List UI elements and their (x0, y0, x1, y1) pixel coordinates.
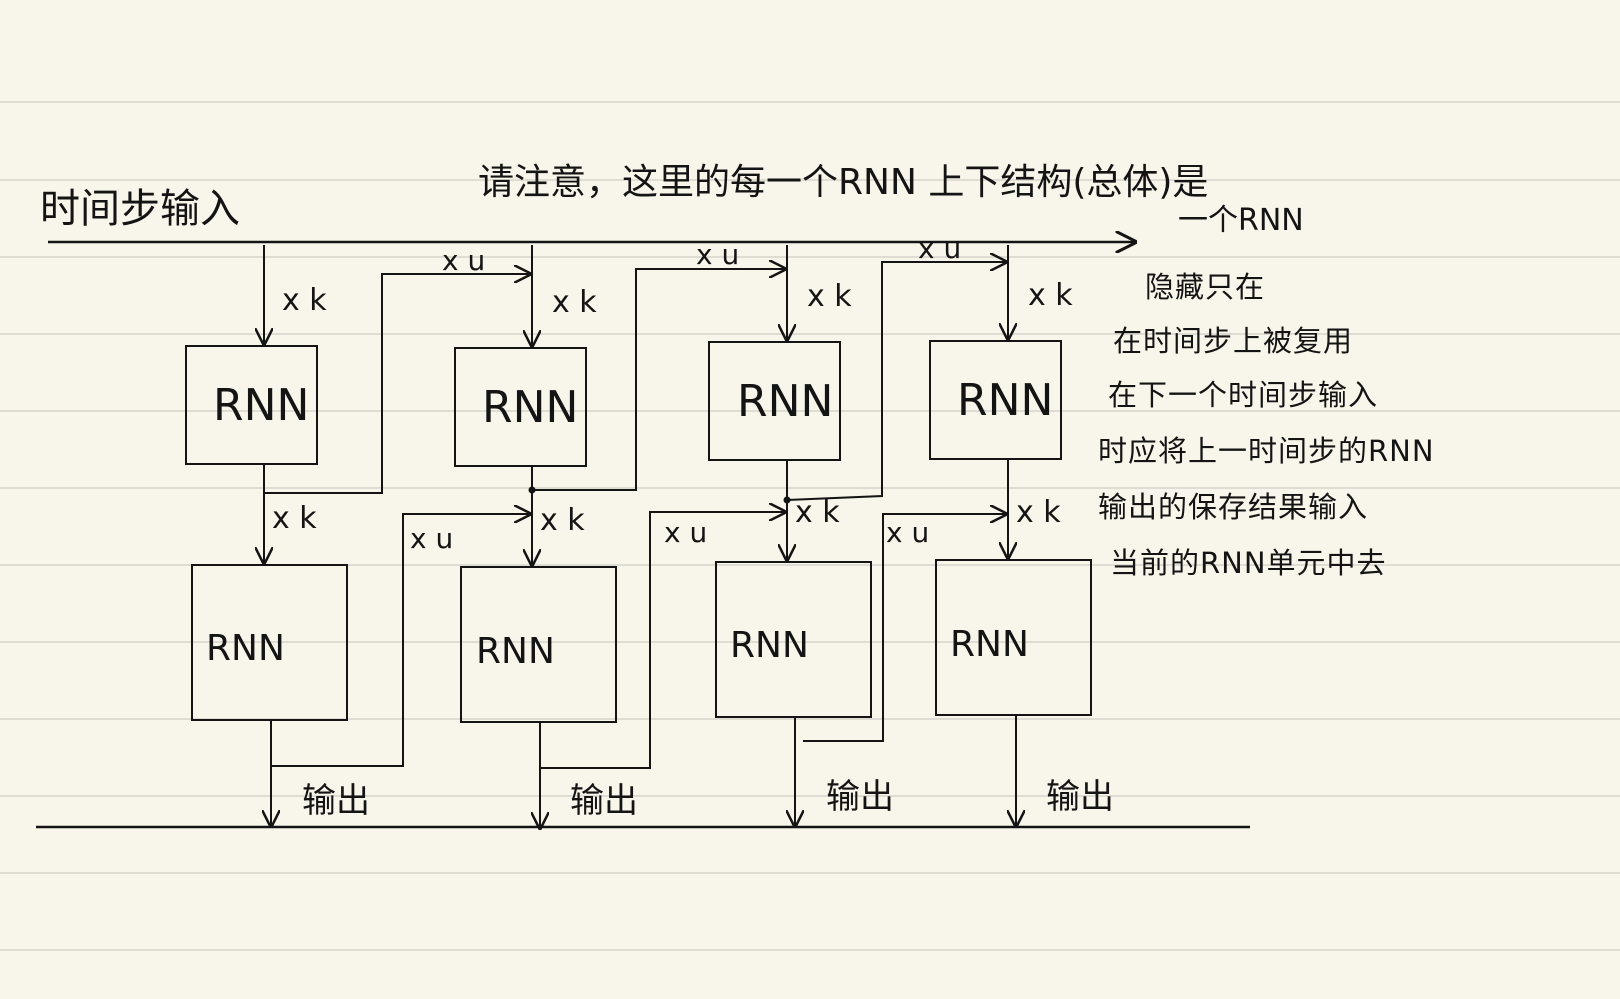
weight-k-label: x k (807, 279, 852, 314)
output-label: 输出 (826, 777, 894, 817)
time-step-input-title: 时间步输入 (40, 186, 240, 232)
note-title: 请注意，这里的每一个RNN 上下结构(总体)是 (478, 162, 1208, 203)
junction-dot (783, 496, 791, 504)
weight-u-label: x u (410, 522, 453, 555)
output-label: 输出 (1046, 777, 1114, 817)
weight-k-label: x k (272, 501, 317, 536)
weight-k-label: x k (1028, 278, 1073, 313)
side-note-line-4: 时应将上一时间步的RNN (1098, 434, 1435, 468)
rnn-label: RNN (737, 376, 833, 427)
rnn-label: RNN (476, 631, 555, 672)
weight-u-label: x u (886, 516, 929, 549)
rnn-label: RNN (213, 380, 309, 431)
side-note-line-6: 当前的RNN单元中去 (1110, 546, 1387, 580)
weight-u-label: x u (664, 516, 707, 549)
weight-k-label: x k (1016, 495, 1061, 530)
weight-u-label: x u (696, 238, 739, 271)
junction-dot (528, 486, 536, 494)
rnn-label: RNN (950, 624, 1029, 665)
side-note-line-3: 在下一个时间步输入 (1108, 378, 1379, 412)
side-note-line-5: 输出的保存结果输入 (1098, 490, 1369, 524)
note-title-continued: 一个RNN (1178, 203, 1304, 238)
rnn-label: RNN (482, 382, 578, 433)
weight-k-label: x k (282, 283, 327, 318)
rnn-label: RNN (206, 628, 285, 669)
weight-k-label: x k (795, 495, 840, 530)
side-note-line-1: 隐藏只在 (1145, 270, 1266, 304)
weight-k-label: x k (540, 503, 585, 538)
weight-k-label: x k (552, 285, 597, 320)
weight-u-label: x u (918, 232, 961, 265)
rnn-label: RNN (957, 375, 1053, 426)
output-label: 输出 (570, 781, 638, 821)
output-label: 输出 (302, 781, 370, 821)
weight-u-label: x u (442, 244, 485, 277)
side-note-line-2: 在时间步上被复用 (1113, 324, 1354, 358)
rnn-diagram: 时间步输入 请注意，这里的每一个RNN 上下结构(总体)是 一个RNN RNN … (36, 162, 1304, 999)
rnn-label: RNN (730, 625, 809, 666)
